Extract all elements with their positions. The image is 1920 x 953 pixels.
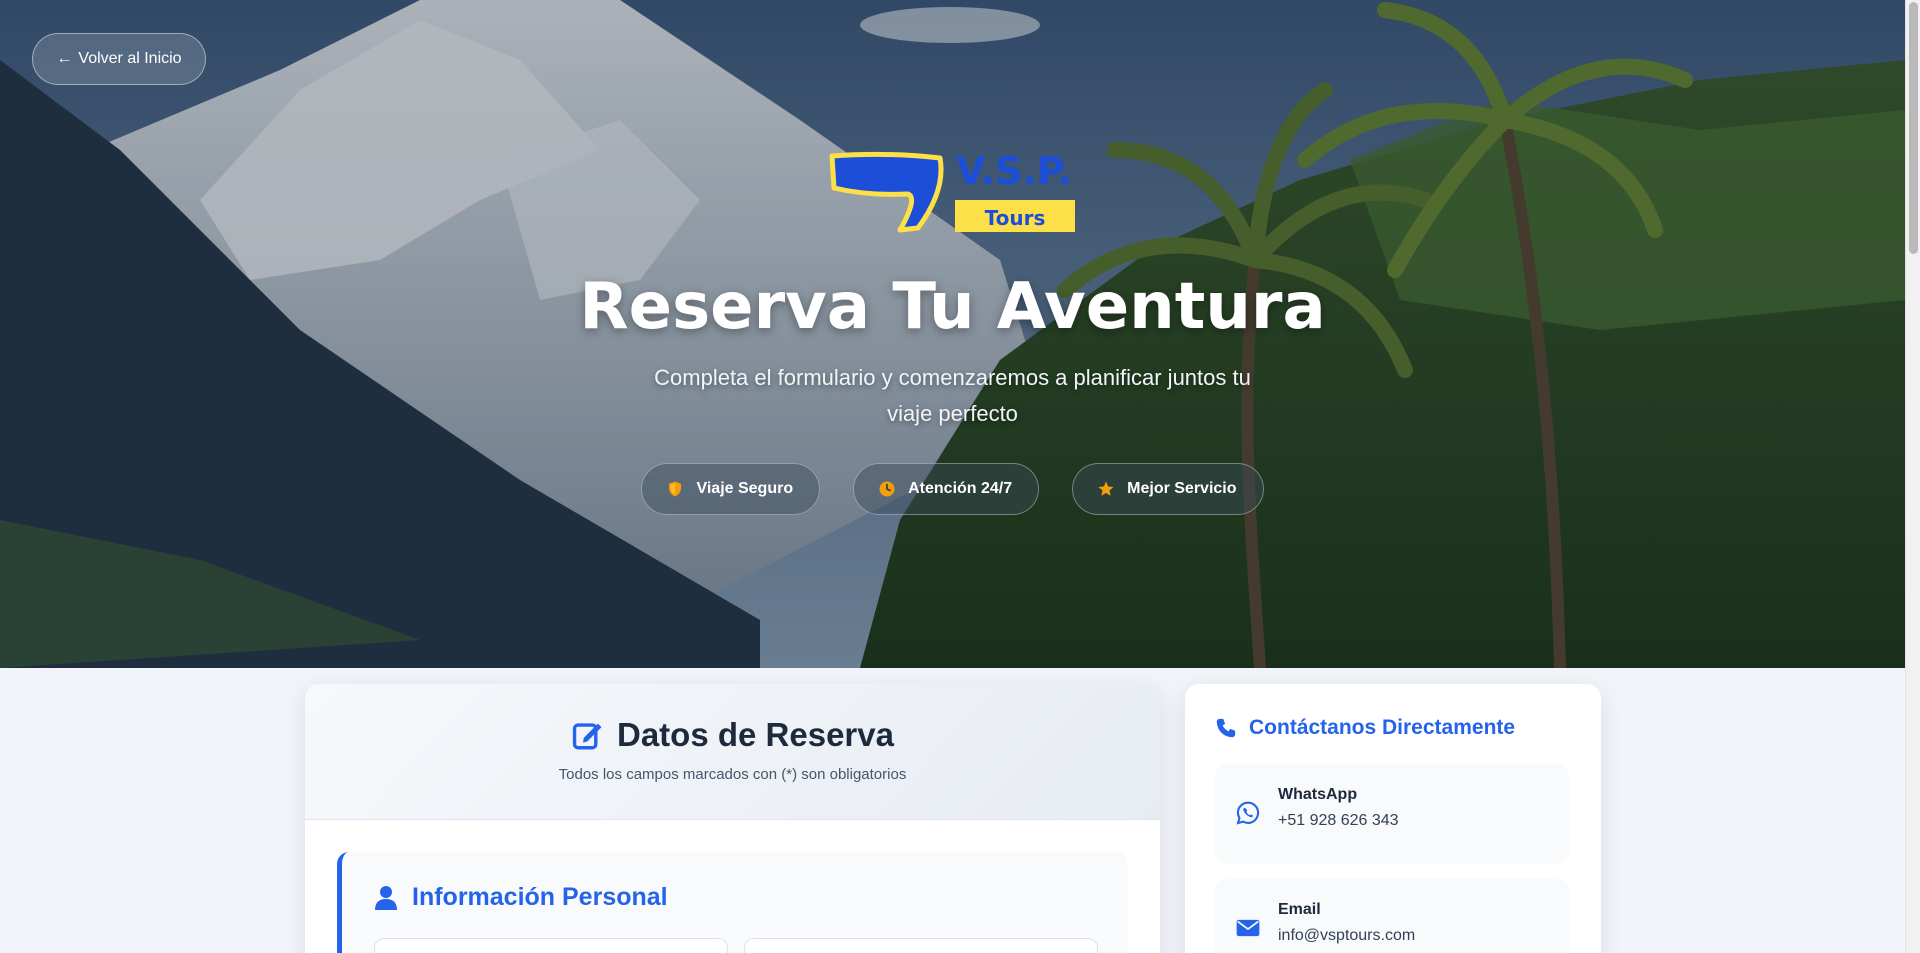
feature-badges: Viaje Seguro Atención 24/7 Mejor Servici… — [0, 463, 1905, 515]
clock-icon — [879, 481, 895, 497]
form-title: Datos de Reserva — [617, 716, 894, 753]
page-scrollbar[interactable] — [1905, 0, 1920, 953]
contact-label: Email — [1278, 901, 1321, 918]
badge-label: Mejor Servicio — [1127, 480, 1237, 497]
svg-text:V.S.P.: V.S.P. — [956, 150, 1072, 193]
badge-label: Atención 24/7 — [908, 480, 1013, 497]
hero-banner: ← Volver al Inicio V.S.P. Tours Reserva … — [0, 0, 1905, 668]
contact-whatsapp[interactable]: WhatsApp +51 928 626 343 — [1215, 764, 1569, 864]
user-icon — [375, 885, 397, 910]
shield-icon — [669, 481, 682, 497]
contact-value: +51 928 626 343 — [1278, 812, 1399, 829]
form-required-note: Todos los campos marcados con (*) son ob… — [558, 766, 907, 783]
arrow-left-icon: ← — [56, 50, 73, 67]
envelope-icon — [1236, 919, 1260, 937]
phone-icon — [1216, 718, 1236, 738]
reservation-form-card: Datos de Reserva Todos los campos marcad… — [305, 684, 1160, 953]
form-header: Datos de Reserva Todos los campos marcad… — [305, 684, 1160, 820]
back-home-label: Volver al Inicio — [78, 50, 182, 67]
personal-info-section: Información Personal — [337, 852, 1128, 953]
badge-viaje-seguro: Viaje Seguro — [641, 463, 821, 515]
contact-value: info@vsptours.com — [1278, 927, 1416, 944]
scrollbar-thumb[interactable] — [1909, 2, 1918, 254]
last-name-field[interactable] — [744, 938, 1098, 953]
whatsapp-icon — [1236, 801, 1260, 825]
svg-text:Tours: Tours — [985, 206, 1046, 230]
section-title: Información Personal — [412, 883, 668, 911]
contact-email[interactable]: Email info@vsptours.com — [1215, 879, 1569, 953]
badge-label: Viaje Seguro — [696, 480, 794, 497]
badge-atencion: Atención 24/7 — [853, 463, 1040, 515]
contact-label: WhatsApp — [1278, 786, 1358, 803]
edit-icon — [572, 723, 602, 750]
page-subtitle: Completa el formulario y comenzaremos a … — [654, 365, 1251, 426]
star-icon — [1098, 481, 1114, 496]
vsp-tours-logo: V.S.P. Tours — [828, 149, 1078, 240]
badge-mejor-servicio: Mejor Servicio — [1072, 463, 1264, 515]
contact-title: Contáctanos Directamente — [1249, 716, 1516, 739]
first-name-field[interactable] — [374, 938, 728, 953]
contact-card: Contáctanos Directamente WhatsApp +51 92… — [1185, 684, 1601, 953]
page-title: Reserva Tu Aventura — [579, 270, 1326, 344]
back-home-button[interactable]: ← Volver al Inicio — [32, 33, 206, 85]
